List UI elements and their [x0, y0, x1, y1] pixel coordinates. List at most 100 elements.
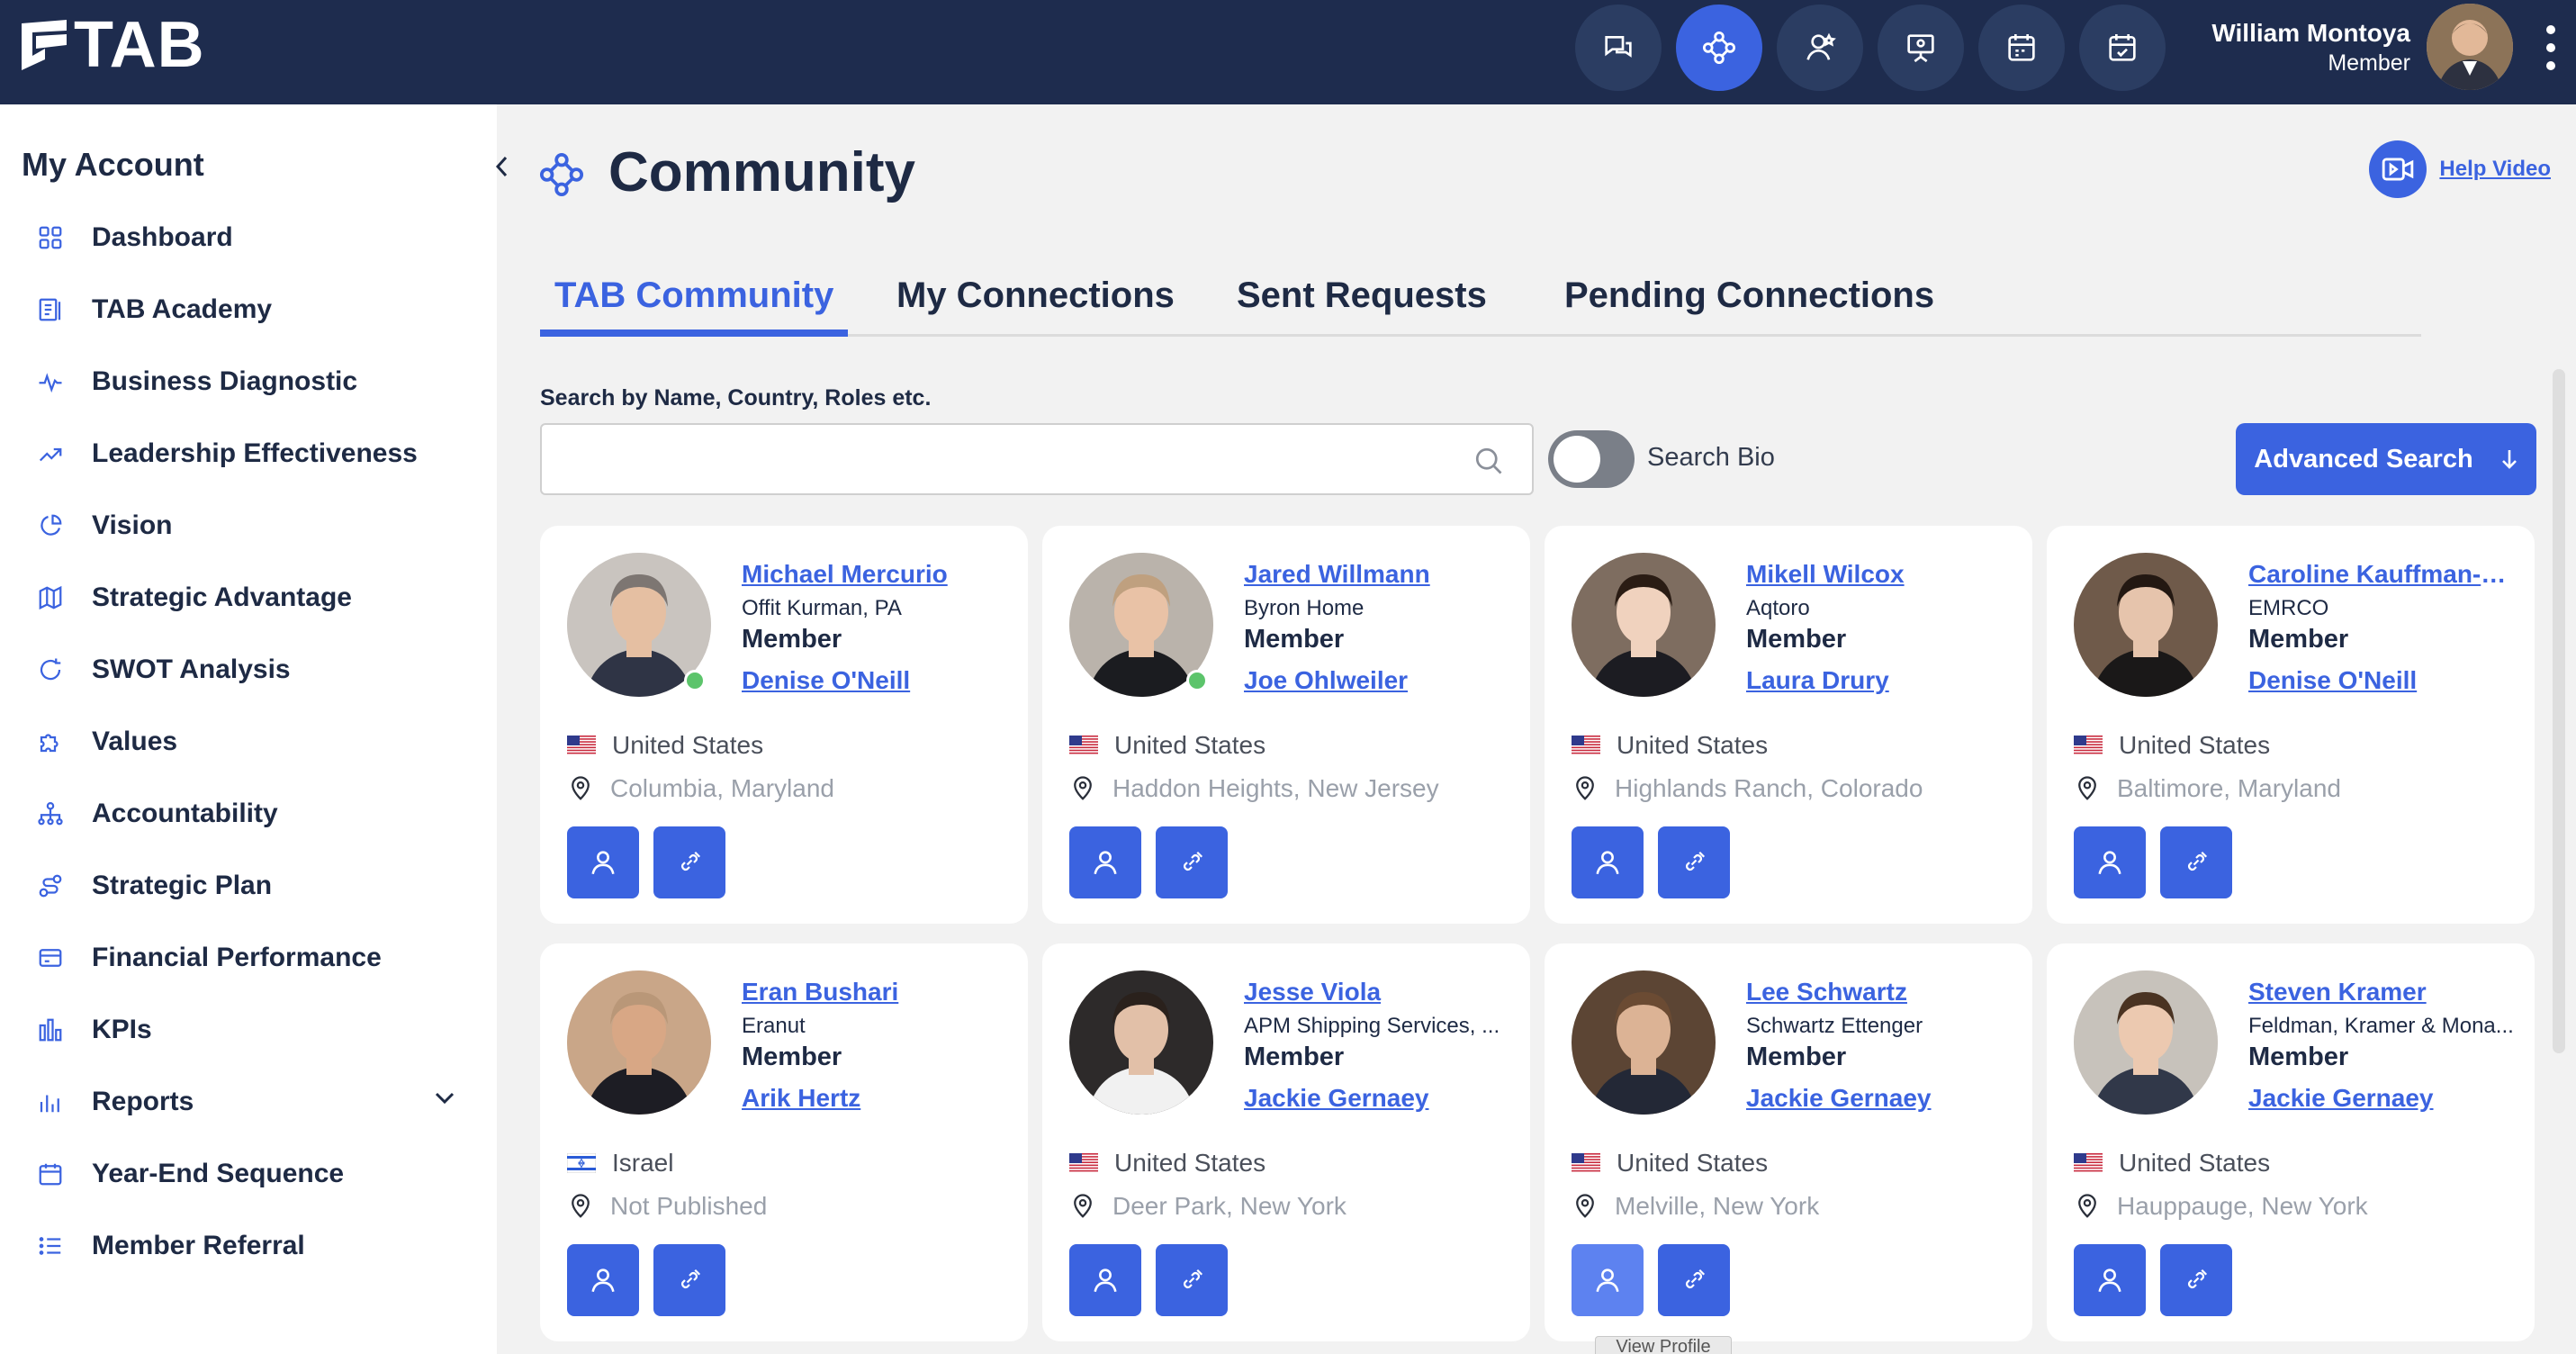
sidebar-item-tab-academy[interactable]: TAB Academy — [32, 283, 455, 337]
member-name-link[interactable]: Michael Mercurio — [742, 560, 1012, 589]
tab-tab-community[interactable]: TAB Community — [540, 266, 849, 337]
user-info[interactable]: William Montoya Member — [2211, 18, 2410, 77]
member-avatar[interactable] — [1069, 970, 1213, 1115]
chevron-down-icon[interactable] — [434, 1091, 455, 1106]
search-bio-toggle[interactable] — [1548, 430, 1635, 488]
search-icon[interactable] — [1473, 445, 1505, 477]
view-profile-button[interactable] — [1069, 826, 1141, 898]
connect-button[interactable] — [1156, 1244, 1228, 1316]
sidebar-item-business-diagnostic[interactable]: Business Diagnostic — [32, 355, 455, 409]
member-name-link[interactable]: Mikell Wilcox — [1746, 560, 2016, 589]
member-chair-link[interactable]: Denise O'Neill — [2248, 666, 2518, 695]
view-profile-button[interactable] — [1069, 1244, 1141, 1316]
member-country: United States — [2074, 1149, 2270, 1178]
view-profile-button[interactable] — [567, 1244, 639, 1316]
member-name-link[interactable]: Jesse Viola — [1244, 978, 1514, 1006]
tab-pending-connections[interactable]: Pending Connections — [1550, 266, 1949, 337]
tab-my-connections[interactable]: My Connections — [882, 266, 1189, 337]
messages-nav-button[interactable] — [1575, 5, 1662, 91]
tab-sent-requests[interactable]: Sent Requests — [1222, 266, 1501, 337]
connect-button[interactable] — [653, 1244, 725, 1316]
member-name-link[interactable]: Eran Bushari — [742, 978, 1012, 1006]
pulse-icon — [32, 364, 68, 400]
member-chair-link[interactable]: Arik Hertz — [742, 1084, 1012, 1113]
sidebar-item-financial-performance[interactable]: Financial Performance — [32, 931, 455, 985]
person-icon — [1596, 851, 1619, 875]
connect-button[interactable] — [1658, 1244, 1730, 1316]
tab-logo[interactable]: TAB — [18, 13, 205, 77]
members-nav-button[interactable] — [1777, 5, 1863, 91]
member-city: Deer Park, New York — [1069, 1192, 1347, 1221]
member-avatar[interactable] — [567, 970, 711, 1115]
user-role: Member — [2328, 50, 2410, 76]
events-nav-button[interactable] — [1878, 5, 1964, 91]
sidebar-item-member-referral[interactable]: Member Referral — [32, 1219, 455, 1273]
sidebar-item-label: Strategic Advantage — [92, 582, 352, 612]
member-chair-link[interactable]: Jackie Gernaey — [1746, 1084, 2016, 1113]
sidebar-item-dashboard[interactable]: Dashboard — [32, 211, 455, 265]
more-options-icon[interactable] — [2545, 25, 2556, 70]
person-icon — [2098, 1268, 2121, 1293]
member-chair-link[interactable]: Denise O'Neill — [742, 666, 1012, 695]
member-chair-link[interactable]: Joe Ohlweiler — [1244, 666, 1514, 695]
presentation-icon — [1907, 34, 1934, 63]
sidebar-item-values[interactable]: Values — [32, 715, 455, 769]
sidebar-item-accountability[interactable]: Accountability — [32, 787, 455, 841]
sidebar-item-vision[interactable]: Vision — [32, 499, 455, 553]
member-role: Member — [1244, 1043, 1345, 1071]
member-avatar[interactable] — [2074, 970, 2218, 1115]
member-chair-link[interactable]: Laura Drury — [1746, 666, 2016, 695]
help-video-link[interactable]: Help Video — [2439, 157, 2551, 182]
view-profile-button[interactable] — [1572, 1244, 1644, 1316]
member-card: Michael Mercurio Offit Kurman, PA Member… — [540, 526, 1028, 924]
search-input[interactable] — [542, 425, 1532, 493]
member-city: Hauppauge, New York — [2074, 1192, 2368, 1221]
sidebar-item-swot-analysis[interactable]: SWOT Analysis — [32, 643, 455, 697]
connect-button[interactable] — [2160, 826, 2232, 898]
view-profile-button[interactable] — [2074, 826, 2146, 898]
calendar-nav-button[interactable] — [1978, 5, 2065, 91]
flag-icon — [2074, 736, 2103, 755]
community-icon — [539, 152, 584, 197]
view-profile-button[interactable] — [2074, 1244, 2146, 1316]
view-profile-button[interactable] — [567, 826, 639, 898]
scrollbar[interactable] — [2553, 369, 2565, 1053]
academy-icon — [32, 292, 68, 328]
connect-button[interactable] — [1156, 826, 1228, 898]
member-city: Not Published — [567, 1192, 767, 1221]
collapse-sidebar-button[interactable] — [486, 144, 518, 189]
member-name-link[interactable]: Lee Schwartz — [1746, 978, 2016, 1006]
link-icon — [681, 851, 701, 871]
person-icon — [1094, 851, 1117, 875]
puzzle-icon — [32, 724, 68, 760]
community-nav-button[interactable] — [1676, 5, 1762, 91]
sidebar-item-reports[interactable]: Reports — [32, 1075, 455, 1129]
advanced-search-button[interactable]: Advanced Search — [2236, 423, 2536, 495]
sidebar-item-kpis[interactable]: KPIs — [32, 1003, 455, 1057]
member-card: Jared Willmann Byron Home Member Joe Ohl… — [1042, 526, 1530, 924]
view-profile-button[interactable] — [1572, 826, 1644, 898]
sidebar-item-year-end-sequence[interactable]: Year-End Sequence — [32, 1147, 455, 1201]
person-star-icon — [1806, 32, 1836, 60]
member-chair-link[interactable]: Jackie Gernaey — [2248, 1084, 2518, 1113]
member-role: Member — [2248, 1043, 2349, 1071]
sidebar-item-strategic-plan[interactable]: Strategic Plan — [32, 859, 455, 913]
location-pin-icon — [1576, 776, 1594, 800]
member-avatar[interactable] — [1572, 970, 1716, 1115]
member-name-link[interactable]: Jared Willmann — [1244, 560, 1514, 589]
connect-button[interactable] — [1658, 826, 1730, 898]
sidebar-item-leadership-effectiveness[interactable]: Leadership Effectiveness — [32, 427, 455, 481]
connect-button[interactable] — [653, 826, 725, 898]
member-chair-link[interactable]: Jackie Gernaey — [1244, 1084, 1514, 1113]
member-name-link[interactable]: Steven Kramer — [2248, 978, 2518, 1006]
member-name-link[interactable]: Caroline Kauffman-K... — [2248, 560, 2518, 589]
user-avatar[interactable] — [2427, 4, 2513, 90]
schedule-nav-button[interactable] — [2079, 5, 2166, 91]
help-video-button[interactable]: Help Video — [2369, 140, 2551, 198]
sidebar-item-strategic-advantage[interactable]: Strategic Advantage — [32, 571, 455, 625]
member-avatar[interactable] — [2074, 553, 2218, 697]
city-text: Columbia, Maryland — [610, 774, 834, 802]
top-bar: TAB William Montoya Member — [0, 0, 2576, 104]
connect-button[interactable] — [2160, 1244, 2232, 1316]
member-avatar[interactable] — [1572, 553, 1716, 697]
